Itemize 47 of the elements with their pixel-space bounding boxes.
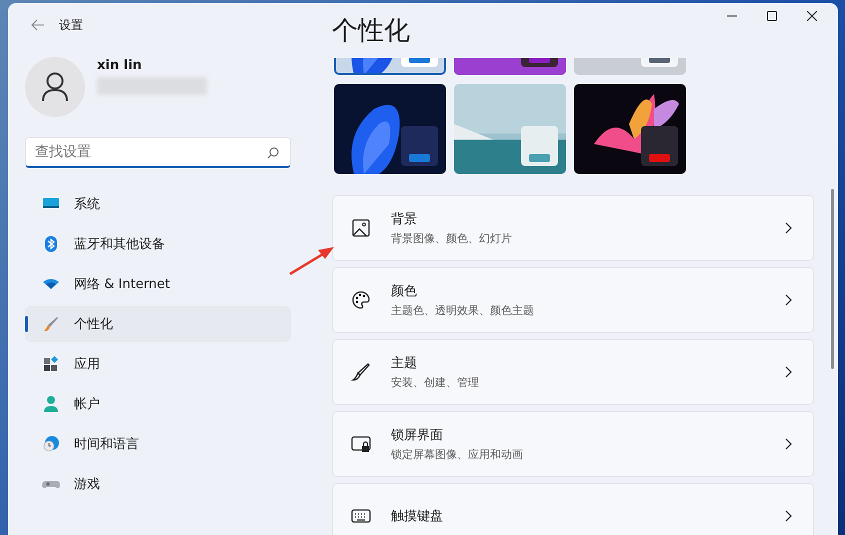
person-icon <box>41 72 69 102</box>
maximize-icon[interactable] <box>767 11 777 21</box>
setting-subtitle: 锁定屏幕图像、应用和动画 <box>391 447 524 462</box>
setting-title: 触摸键盘 <box>391 508 444 525</box>
window-title: 设置 <box>59 16 83 34</box>
scrollbar[interactable] <box>831 189 834 369</box>
setting-card[interactable]: 触摸键盘 <box>332 483 814 535</box>
brush-icon <box>351 362 371 382</box>
search-field[interactable]: 查找设置 <box>25 137 291 168</box>
annotation-arrow <box>288 245 336 277</box>
setting-subtitle: 背景图像、颜色、幻灯片 <box>391 231 513 246</box>
sidebar-item[interactable]: 游戏 <box>25 466 291 502</box>
bluetooth-icon <box>42 235 60 253</box>
person-icon <box>42 395 60 413</box>
chevron-icon <box>785 510 793 522</box>
setting-title: 颜色 <box>391 283 418 300</box>
close-icon[interactable] <box>807 11 817 21</box>
chevron-icon <box>785 222 793 234</box>
setting-card[interactable]: 颜色 主题色、透明效果、颜色主题 <box>332 267 814 333</box>
setting-card[interactable]: 背景 背景图像、颜色、幻灯片 <box>332 195 814 261</box>
setting-card[interactable]: 锁屏界面 锁定屏幕图像、应用和动画 <box>332 411 814 477</box>
sidebar-item[interactable]: 系统 <box>25 186 291 222</box>
chevron-icon <box>785 438 793 450</box>
sidebar-item[interactable]: 个性化 <box>25 306 291 342</box>
sidebar-item[interactable]: 时间和语言 <box>25 426 291 462</box>
sidebar-item[interactable]: 蓝牙和其他设备 <box>25 226 291 262</box>
chevron-icon <box>785 366 793 378</box>
sidebar-item[interactable]: 网络 & Internet <box>25 266 291 302</box>
setting-subtitle: 安装、创建、管理 <box>391 375 480 390</box>
chevron-icon <box>785 294 793 306</box>
apps-icon <box>42 355 60 373</box>
account-name: xin lin <box>97 58 143 72</box>
clock-globe-icon <box>42 435 60 453</box>
setting-subtitle: 主题色、透明效果、颜色主题 <box>391 303 535 318</box>
palette-icon <box>351 290 371 310</box>
sidebar-item[interactable]: 帐户 <box>25 386 291 422</box>
image-icon <box>351 218 371 238</box>
lock-screen-icon <box>351 434 371 454</box>
back-icon[interactable] <box>31 19 45 31</box>
setting-title: 主题 <box>391 355 418 372</box>
setting-title: 背景 <box>391 211 418 228</box>
brush-icon <box>42 315 60 333</box>
search-icon <box>267 147 279 159</box>
setting-title: 锁屏界面 <box>391 427 444 444</box>
sidebar-item[interactable]: 应用 <box>25 346 291 382</box>
page-title: 个性化 <box>332 15 411 48</box>
setting-card[interactable]: 主题 安装、创建、管理 <box>332 339 814 405</box>
